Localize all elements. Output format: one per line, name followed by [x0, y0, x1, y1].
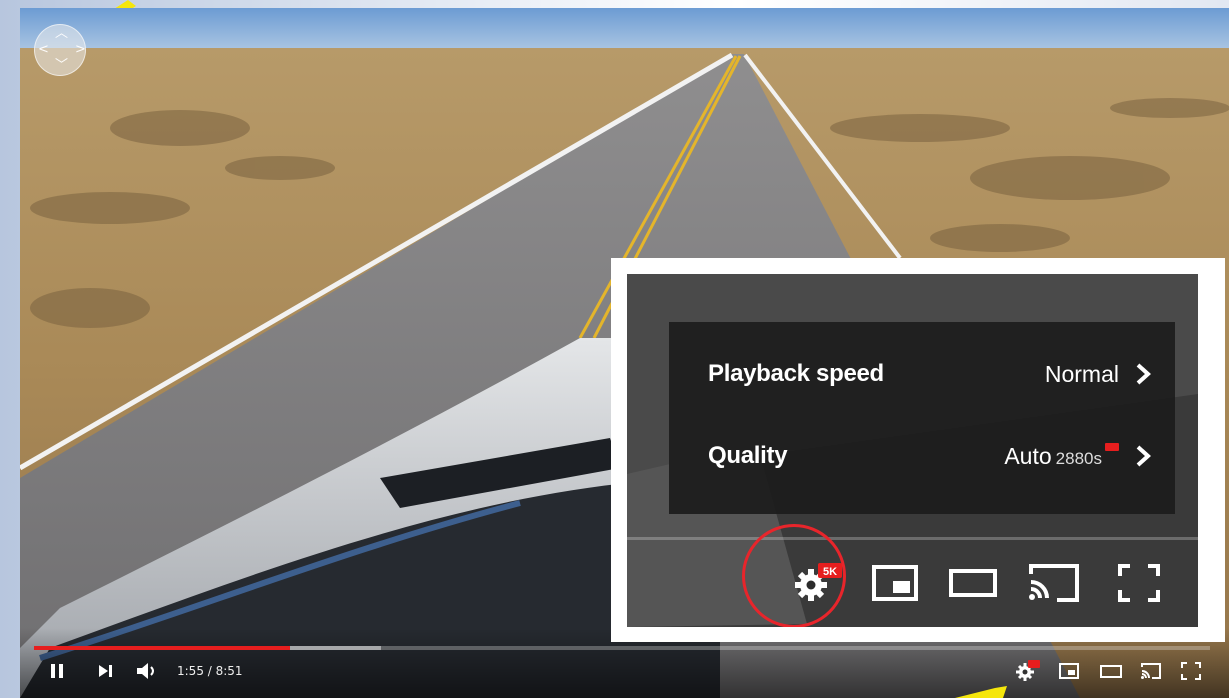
- playback-speed-value: Normal: [1044, 360, 1119, 387]
- menu-item-playback-speed[interactable]: Playback speed Normal: [669, 344, 1175, 404]
- chevron-right-icon: [1136, 445, 1151, 467]
- quality-mode: Auto: [1004, 442, 1052, 469]
- inset-fullscreen-button[interactable]: [1111, 559, 1167, 607]
- playback-speed-label: Playback speed: [708, 360, 884, 387]
- cast-icon: [1141, 663, 1161, 679]
- volume-icon: [137, 663, 154, 679]
- quality-badge-icon: [1105, 442, 1119, 451]
- quality-detail: 2880s: [1055, 448, 1102, 468]
- annotation-arrow-bottom: [955, 686, 1007, 698]
- settings-icon: [1016, 660, 1040, 681]
- pause-icon: [51, 664, 63, 678]
- next-button[interactable]: [94, 660, 116, 682]
- fullscreen-button[interactable]: [1178, 660, 1204, 682]
- progress-bar[interactable]: [34, 646, 1210, 650]
- inset-theater-mode-button[interactable]: [945, 559, 1001, 607]
- inset-cast-button[interactable]: [1025, 559, 1083, 607]
- played-fill: [34, 646, 291, 650]
- quality-value: Auto 2880s: [1004, 442, 1119, 470]
- miniplayer-icon: [1059, 663, 1079, 679]
- fullscreen-icon: [1181, 662, 1201, 680]
- miniplayer-icon: [872, 565, 918, 601]
- inset-video: Playback speed Normal Quality Auto 2880s …: [627, 274, 1198, 627]
- settings-button[interactable]: [1014, 660, 1040, 682]
- fullscreen-icon: [1118, 564, 1160, 602]
- volume-button[interactable]: [134, 660, 160, 682]
- navigation-pad-icon[interactable]: ︿ ﹀ < >: [34, 24, 86, 76]
- menu-item-quality[interactable]: Quality Auto 2880s: [669, 426, 1175, 486]
- miniplayer-button[interactable]: [1056, 660, 1082, 682]
- settings-menu: Playback speed Normal Quality Auto 2880s: [669, 322, 1175, 514]
- chevron-right-icon: [1136, 363, 1151, 385]
- theater-mode-button[interactable]: [1098, 660, 1124, 682]
- zoomed-inset: Playback speed Normal Quality Auto 2880s …: [611, 258, 1225, 642]
- pause-button[interactable]: [46, 660, 68, 682]
- cast-icon: [1029, 564, 1079, 602]
- quality-label: Quality: [708, 442, 788, 469]
- next-icon: [99, 665, 112, 677]
- time-display: 1:55 / 8:51: [177, 664, 243, 678]
- theater-mode-icon: [949, 569, 997, 597]
- inset-progress-bar: [627, 537, 1198, 540]
- cast-button[interactable]: [1138, 660, 1164, 682]
- inset-miniplayer-button[interactable]: [867, 559, 923, 607]
- theater-mode-icon: [1100, 665, 1122, 678]
- settings-highlight-circle: [742, 524, 846, 627]
